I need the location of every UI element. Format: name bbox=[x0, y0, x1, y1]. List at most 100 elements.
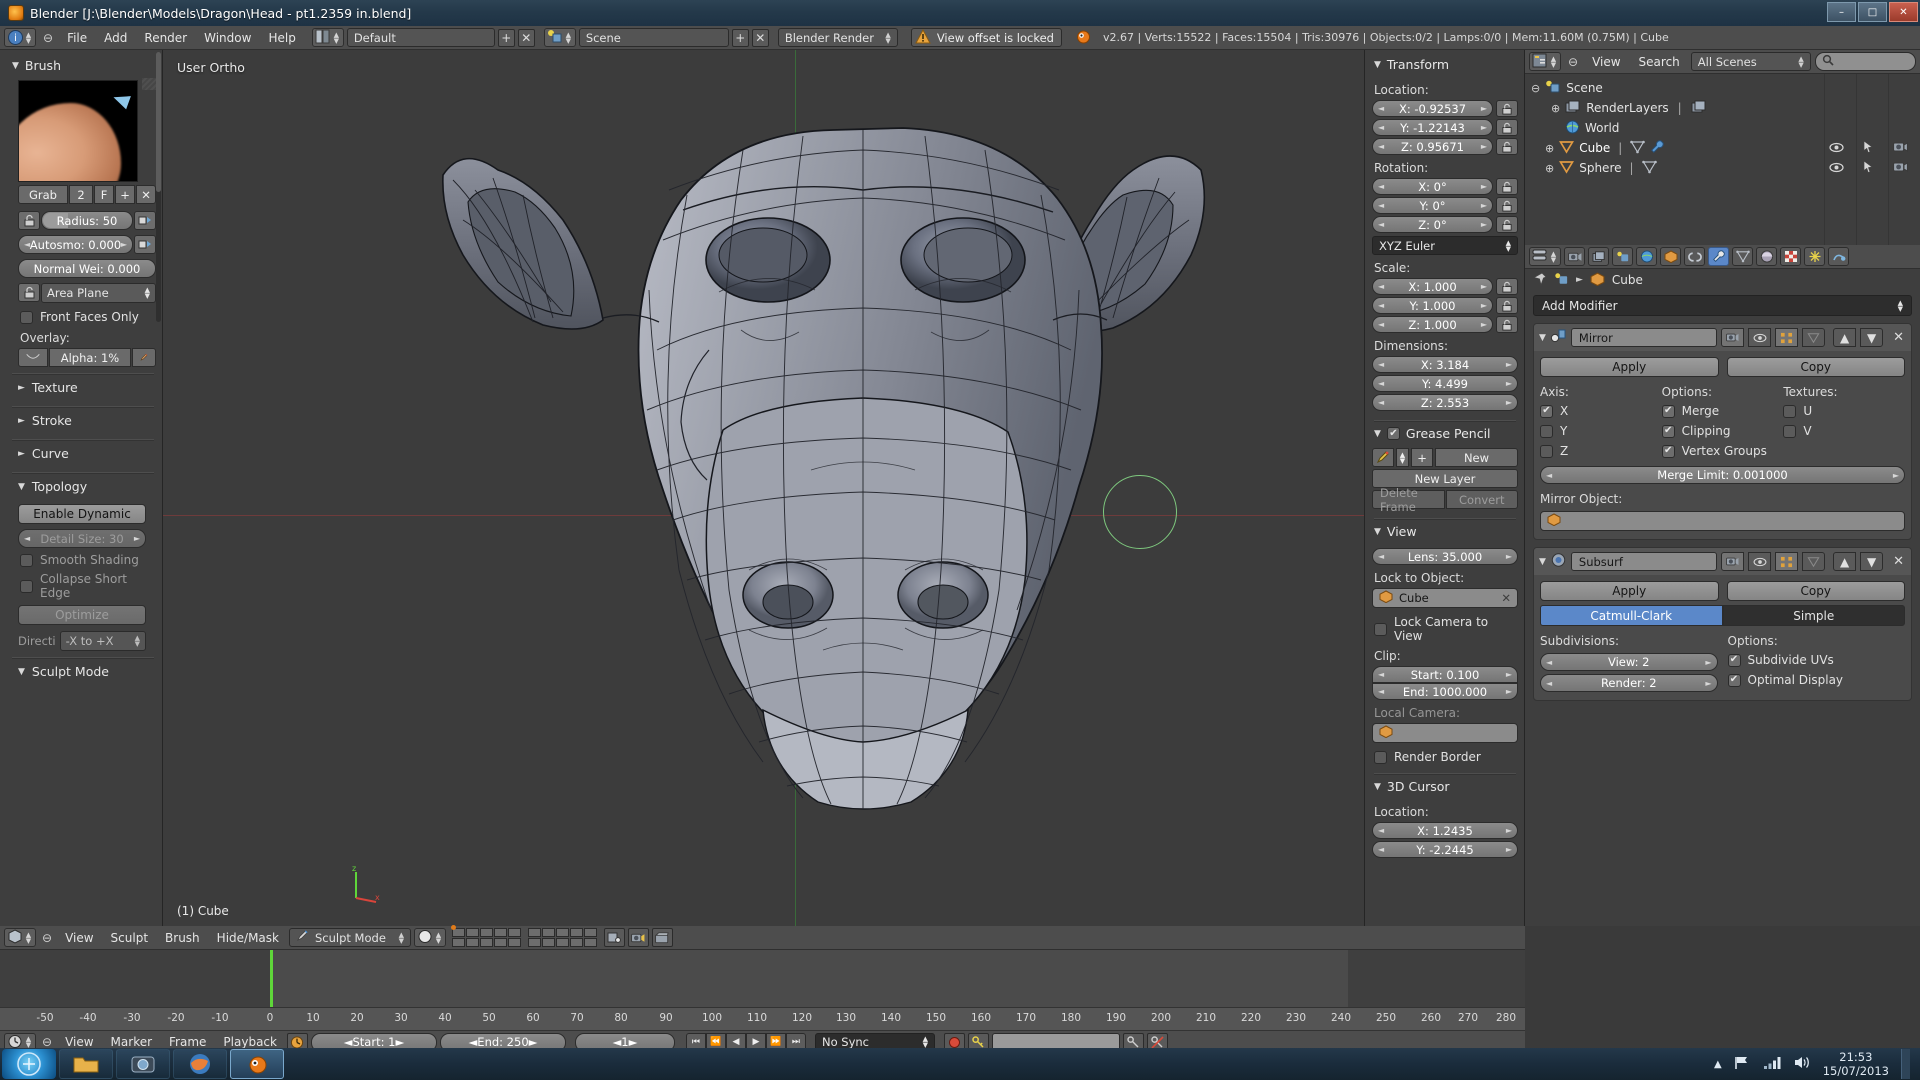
lock-rotation-y-button[interactable] bbox=[1496, 197, 1518, 214]
lock-camera-to-view-checkbox[interactable] bbox=[1374, 622, 1387, 636]
restrict-render-icon[interactable] bbox=[1893, 161, 1908, 176]
editor-type-selector[interactable]: i ▲ ▼ bbox=[4, 28, 36, 47]
render-border-checkbox[interactable] bbox=[1374, 750, 1387, 764]
screen-layout-arrows[interactable]: ▲ ▼ bbox=[332, 30, 341, 46]
expand-collapse-icon[interactable]: ⊕ bbox=[1551, 102, 1560, 115]
grease-pencil-new-button[interactable]: New bbox=[1435, 448, 1518, 467]
section-curve[interactable]: ► Curve bbox=[10, 441, 156, 466]
brush-delete-button[interactable]: ✕ bbox=[136, 185, 156, 204]
scene-icon-box[interactable]: ▲ ▼ bbox=[543, 28, 576, 47]
lock-rotation-z-button[interactable] bbox=[1496, 216, 1518, 233]
left-arrow-icon[interactable]: ◄ bbox=[1378, 320, 1384, 329]
mirror-axis-x-row[interactable]: X bbox=[1540, 404, 1662, 418]
scene-layers-widget[interactable] bbox=[450, 925, 597, 947]
screen-layout-combo[interactable]: Default bbox=[346, 28, 495, 47]
toolshelf-scrollbar[interactable] bbox=[156, 52, 161, 322]
modifier-move-up-button[interactable]: ▲ bbox=[1833, 328, 1857, 347]
outliner-display-mode-arrows[interactable]: ▲ ▼ bbox=[1790, 55, 1803, 68]
add-modifier-button[interactable]: Add Modifier ▲ ▼ bbox=[1533, 295, 1912, 316]
section-texture[interactable]: ► Texture bbox=[10, 375, 156, 400]
timeline-collapse-icon[interactable]: ⊖ bbox=[39, 1035, 55, 1049]
rotation-x-field[interactable]: ◄ X: 0° ► bbox=[1372, 178, 1493, 195]
subsurf-subdivide-uvs-checkbox[interactable] bbox=[1727, 653, 1741, 667]
autosmooth-right-arrow-icon[interactable]: ► bbox=[121, 240, 127, 249]
subsurf-render-field[interactable]: ◄ Render: 2 ► bbox=[1540, 674, 1718, 692]
autosmooth-pressure-toggle[interactable] bbox=[134, 235, 156, 254]
subsurf-apply-button[interactable]: Apply bbox=[1540, 581, 1719, 601]
restrict-view-icon[interactable] bbox=[1829, 142, 1844, 155]
show-hidden-icons-icon[interactable]: ▲ bbox=[1714, 1059, 1722, 1070]
subsurf-simple-button[interactable]: Simple bbox=[1722, 605, 1905, 626]
right-arrow-icon[interactable]: ► bbox=[1893, 471, 1899, 480]
clip-start-field[interactable]: ◄ Start: 0.100 ► bbox=[1372, 666, 1518, 683]
left-arrow-icon[interactable]: ◄ bbox=[344, 1035, 353, 1049]
add-modifier-arrows[interactable]: ▲ ▼ bbox=[1898, 299, 1903, 312]
mirror-object-field[interactable] bbox=[1540, 511, 1905, 531]
scene-arrows[interactable]: ▲ ▼ bbox=[564, 30, 573, 46]
right-arrow-icon[interactable]: ► bbox=[1481, 182, 1487, 191]
right-arrow-icon[interactable]: ► bbox=[1705, 658, 1711, 667]
outliner-tree[interactable]: ⊖ Scene ⊕ RenderLayers | World ⊕ Cube | … bbox=[1525, 74, 1920, 245]
texture-tab-icon[interactable] bbox=[1780, 247, 1801, 266]
rotation-mode-arrows[interactable]: ▲ ▼ bbox=[1506, 239, 1511, 252]
interaction-mode-arrows[interactable]: ▲ ▼ bbox=[391, 931, 404, 944]
physics-tab-icon[interactable] bbox=[1828, 247, 1849, 266]
render-tab-icon[interactable] bbox=[1564, 247, 1585, 266]
modifier-render-toggle[interactable] bbox=[1721, 328, 1745, 347]
right-arrow-icon[interactable]: ► bbox=[1481, 201, 1487, 210]
modifier-subsurf-header[interactable]: ▼ Subsurf ▲ ▼ ✕ bbox=[1534, 548, 1911, 575]
rotation-z-field[interactable]: ◄ Z: 0° ► bbox=[1372, 216, 1493, 233]
mirror-apply-button[interactable]: Apply bbox=[1540, 357, 1719, 377]
sync-mode-arrows[interactable]: ▲ ▼ bbox=[923, 1036, 928, 1049]
mirror-texture-v-row[interactable]: V bbox=[1783, 424, 1905, 438]
sculpt-plane-lock-toggle[interactable] bbox=[18, 283, 40, 302]
close-button[interactable]: ✕ bbox=[1889, 2, 1918, 22]
delete-scene-button[interactable]: ✕ bbox=[751, 28, 769, 47]
modifier-viewport-toggle[interactable] bbox=[1748, 328, 1772, 347]
left-arrow-icon[interactable]: ◄ bbox=[1378, 398, 1384, 407]
right-arrow-icon[interactable]: ► bbox=[1506, 398, 1512, 407]
chevron-down-icon[interactable]: ▼ bbox=[1539, 333, 1546, 343]
right-arrow-icon[interactable]: ► bbox=[1506, 845, 1512, 854]
mirror-merge-checkbox[interactable] bbox=[1661, 404, 1675, 418]
modifiers-tab-icon[interactable] bbox=[1708, 247, 1729, 266]
left-arrow-icon[interactable]: ◄ bbox=[1546, 658, 1552, 667]
mirror-vertex-groups-row[interactable]: Vertex Groups bbox=[1661, 444, 1784, 458]
front-faces-only-row[interactable]: Front Faces Only bbox=[20, 310, 156, 324]
render-layers-tab-icon[interactable] bbox=[1588, 247, 1609, 266]
modifier-cage-toggle[interactable] bbox=[1802, 552, 1826, 571]
particles-tab-icon[interactable] bbox=[1804, 247, 1825, 266]
timeline-track[interactable] bbox=[0, 950, 1525, 1008]
viewport-editor-type[interactable]: ▲ ▼ bbox=[4, 928, 36, 947]
3d-viewport[interactable]: User Ortho (1) Cube z x bbox=[163, 50, 1365, 926]
right-arrow-icon[interactable]: ► bbox=[1506, 360, 1512, 369]
right-arrow-icon[interactable]: ► bbox=[1481, 104, 1487, 113]
subsurf-catmull-clark-button[interactable]: Catmull-Clark bbox=[1540, 605, 1723, 626]
subsurf-subdivide-uvs-row[interactable]: Subdivide UVs bbox=[1727, 653, 1906, 667]
left-arrow-icon[interactable]: ◄ bbox=[1378, 552, 1384, 561]
left-arrow-icon[interactable]: ◄ bbox=[1378, 220, 1384, 229]
left-arrow-icon[interactable]: ◄ bbox=[1546, 471, 1552, 480]
location-x-field[interactable]: ◄ X: -0.92537 ► bbox=[1372, 100, 1493, 117]
menu-file[interactable]: File bbox=[60, 29, 94, 47]
viewport-menu-hide-mask[interactable]: Hide/Mask bbox=[210, 929, 286, 947]
left-arrow-icon[interactable]: ◄ bbox=[612, 1035, 621, 1049]
render-engine-arrows[interactable]: ▲ ▼ bbox=[877, 31, 890, 44]
radius-unified-toggle[interactable] bbox=[18, 211, 40, 230]
render-border-row[interactable]: Render Border bbox=[1374, 750, 1518, 764]
viewport-menu-brush[interactable]: Brush bbox=[158, 929, 207, 947]
start-button[interactable] bbox=[2, 1049, 56, 1079]
section-sculpt-mode[interactable]: ▼ Sculpt Mode bbox=[10, 659, 156, 684]
viewport-collapse-icon[interactable]: ⊖ bbox=[39, 931, 55, 945]
data-tab-icon[interactable] bbox=[1732, 247, 1753, 266]
transform-panel-header[interactable]: ▼ Transform bbox=[1372, 53, 1518, 77]
modifier-viewport-toggle[interactable] bbox=[1748, 552, 1772, 571]
right-arrow-icon[interactable]: ► bbox=[1481, 220, 1487, 229]
subsurf-optimal-display-checkbox[interactable] bbox=[1727, 673, 1741, 687]
modifier-move-up-button[interactable]: ▲ bbox=[1833, 552, 1857, 571]
grease-pencil-icon[interactable] bbox=[1372, 448, 1394, 467]
lock-rotation-x-button[interactable] bbox=[1496, 178, 1518, 195]
taskbar-blender-button[interactable] bbox=[230, 1049, 284, 1079]
expand-collapse-icon[interactable]: ⊕ bbox=[1545, 162, 1554, 175]
brush-add-button[interactable]: + bbox=[115, 185, 135, 204]
